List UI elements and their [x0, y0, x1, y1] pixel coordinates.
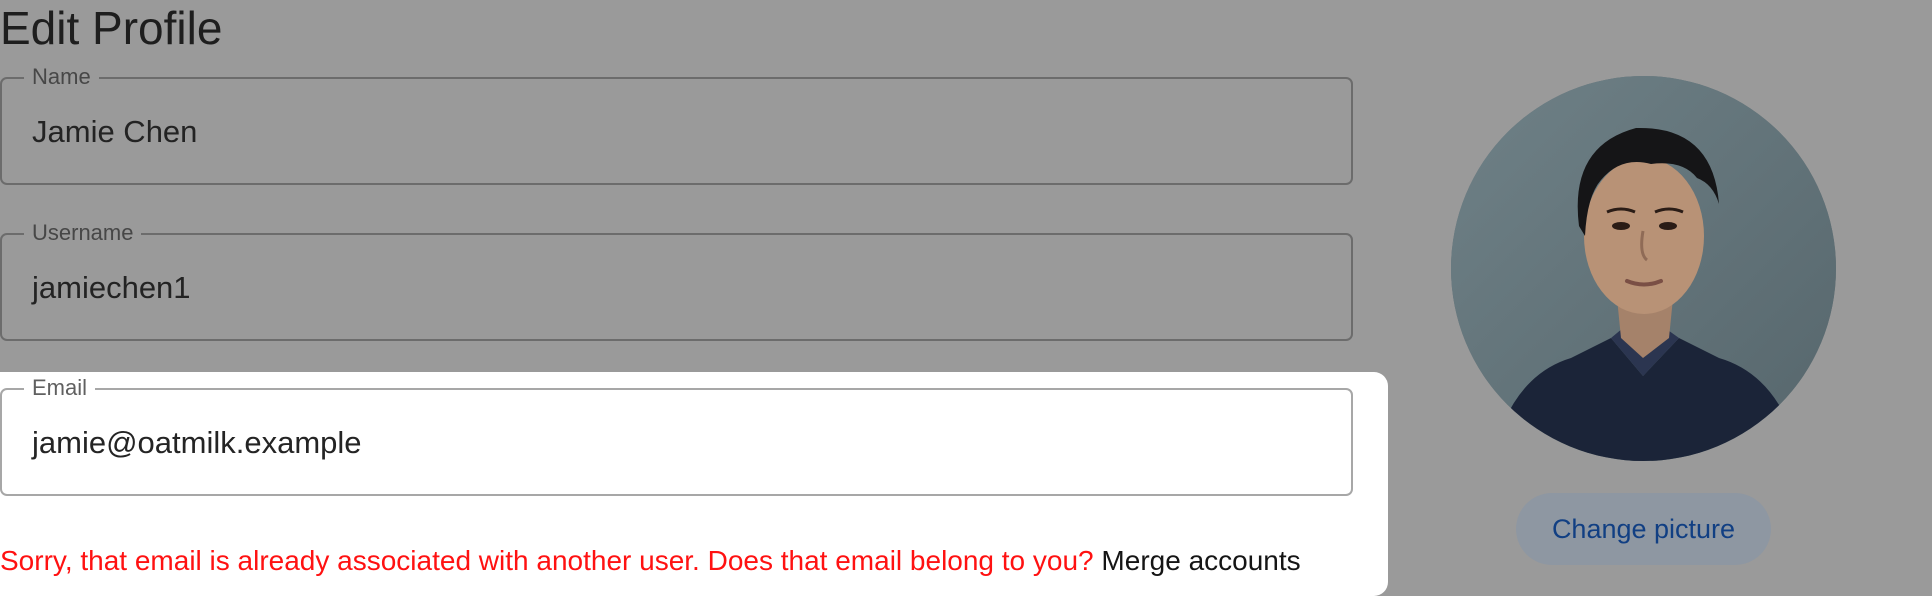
- avatar-photo-icon: [1451, 76, 1836, 461]
- merge-accounts-link[interactable]: Merge accounts: [1101, 545, 1300, 576]
- page-title: Edit Profile: [0, 2, 223, 54]
- name-field[interactable]: Name Jamie Chen: [0, 64, 1353, 185]
- username-field[interactable]: Username jamiechen1: [0, 220, 1353, 341]
- email-error: Sorry, that email is already associated …: [0, 544, 1301, 578]
- email-field[interactable]: Email jamie@oatmilk.example: [0, 375, 1353, 496]
- email-input[interactable]: jamie@oatmilk.example: [32, 424, 362, 462]
- email-spotlight: Email jamie@oatmilk.example Sorry, that …: [0, 372, 1388, 596]
- username-label: Username: [24, 220, 142, 246]
- name-label: Name: [24, 64, 99, 90]
- name-input[interactable]: Jamie Chen: [32, 113, 197, 151]
- change-picture-button[interactable]: Change picture: [1516, 493, 1771, 565]
- avatar: [1451, 76, 1836, 461]
- email-label: Email: [24, 375, 96, 401]
- email-error-message: Sorry, that email is already associated …: [0, 545, 1094, 576]
- username-input[interactable]: jamiechen1: [32, 269, 191, 307]
